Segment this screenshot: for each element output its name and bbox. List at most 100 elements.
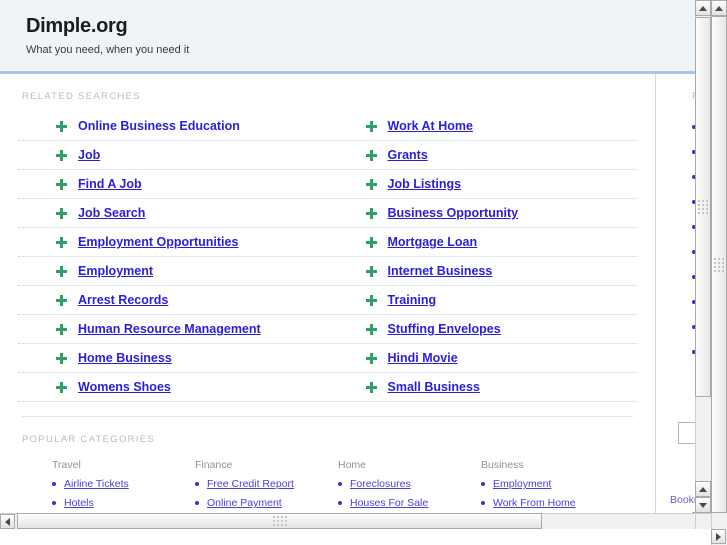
related-search-link[interactable]: Find A Job bbox=[78, 177, 142, 191]
category-item[interactable]: Work From Home bbox=[481, 497, 594, 509]
related-search-link[interactable]: Work At Home bbox=[388, 119, 473, 133]
related-search-row[interactable]: Online Business Education bbox=[18, 112, 328, 142]
related-search-link[interactable]: Job Search bbox=[78, 206, 145, 220]
star-bullet-icon bbox=[365, 120, 377, 132]
category-item[interactable]: Free Credit Report bbox=[195, 478, 308, 490]
related-search-row[interactable]: Internet Business bbox=[327, 257, 637, 287]
related-searches-label: RELATED SEARCHES bbox=[22, 91, 141, 103]
related-search-row[interactable]: Employment Opportunities bbox=[18, 228, 328, 258]
related-search-link[interactable]: Human Resource Management bbox=[78, 322, 261, 336]
chevron-up-icon bbox=[715, 5, 723, 11]
category-link[interactable]: Employment bbox=[493, 478, 551, 490]
category-link[interactable]: Airline Tickets bbox=[64, 478, 129, 490]
related-search-row[interactable]: Hindi Movie bbox=[327, 344, 637, 374]
related-searches-grid: Online Business Education Job Find A Job bbox=[0, 112, 655, 403]
related-searches-left-column: Online Business Education Job Find A Job bbox=[18, 112, 328, 403]
related-search-row[interactable]: Business Opportunity bbox=[327, 199, 637, 229]
dot-bullet-icon bbox=[195, 482, 199, 487]
site-header: Dimple.org What you need, when you need … bbox=[0, 0, 711, 75]
related-search-link[interactable]: Online Business Education bbox=[78, 119, 240, 133]
related-search-link[interactable]: Home Business bbox=[78, 351, 172, 365]
dot-bullet-icon bbox=[338, 482, 342, 487]
page-title: Dimple.org bbox=[26, 15, 128, 37]
related-search-link[interactable]: Stuffing Envelopes bbox=[388, 322, 501, 336]
related-search-link[interactable]: Training bbox=[388, 293, 437, 307]
star-bullet-icon bbox=[365, 294, 377, 306]
related-search-row[interactable]: Arrest Records bbox=[18, 286, 328, 316]
scroll-up-button[interactable] bbox=[695, 0, 711, 16]
scroll-down-button[interactable] bbox=[695, 497, 711, 513]
category-link[interactable]: Houses For Sale bbox=[350, 497, 428, 509]
dot-bullet-icon bbox=[195, 501, 199, 506]
related-search-row[interactable]: Stuffing Envelopes bbox=[327, 315, 637, 345]
category-link[interactable]: Work From Home bbox=[493, 497, 576, 509]
related-search-row[interactable]: Grants bbox=[327, 141, 637, 171]
category-item[interactable]: Hotels bbox=[52, 497, 165, 509]
category-heading: Home bbox=[338, 459, 367, 472]
chevron-right-icon bbox=[716, 532, 721, 541]
horizontal-scrollbar-thumb[interactable] bbox=[17, 513, 542, 529]
related-search-link[interactable]: Small Business bbox=[388, 380, 480, 394]
category-heading: Finance bbox=[195, 459, 233, 472]
category-item[interactable]: Foreclosures bbox=[338, 478, 451, 490]
related-searches-right-column: Work At Home Grants Job Listings Busines… bbox=[327, 112, 637, 403]
related-search-row[interactable]: Find A Job bbox=[18, 170, 328, 200]
page-content: Dimple.org What you need, when you need … bbox=[0, 0, 711, 529]
star-bullet-icon bbox=[56, 178, 67, 190]
star-bullet-icon bbox=[365, 323, 377, 335]
dot-bullet-icon bbox=[481, 501, 485, 506]
related-search-row[interactable]: Human Resource Management bbox=[18, 315, 328, 345]
related-search-link[interactable]: Job bbox=[78, 148, 100, 162]
related-search-row[interactable]: Mortgage Loan bbox=[327, 228, 637, 258]
related-search-link[interactable]: Employment bbox=[78, 264, 153, 278]
star-bullet-icon bbox=[56, 352, 67, 364]
related-search-link[interactable]: Womens Shoes bbox=[78, 380, 171, 394]
outer-scrollbar-thumb[interactable] bbox=[711, 16, 727, 513]
popular-categories-label: POPULAR CATEGORIES bbox=[22, 434, 156, 446]
vertical-scrollbar-thumb[interactable] bbox=[695, 17, 711, 397]
main-column: RELATED SEARCHES Online Business Educati… bbox=[0, 74, 655, 529]
scroll-down-button-upper[interactable] bbox=[695, 481, 711, 497]
chevron-up-icon bbox=[699, 486, 707, 492]
scroll-left-button[interactable] bbox=[0, 514, 15, 529]
category-item[interactable]: Airline Tickets bbox=[52, 478, 165, 490]
browser-viewport: Dimple.org What you need, when you need … bbox=[0, 0, 711, 529]
category-link[interactable]: Hotels bbox=[64, 497, 94, 509]
category-link[interactable]: Free Credit Report bbox=[207, 478, 294, 490]
related-search-row[interactable]: Work At Home bbox=[327, 112, 637, 142]
star-bullet-icon bbox=[365, 178, 377, 190]
related-search-link[interactable]: Arrest Records bbox=[78, 293, 168, 307]
outer-scroll-up-button[interactable] bbox=[711, 0, 727, 16]
category-item[interactable]: Online Payment bbox=[195, 497, 308, 509]
related-search-link[interactable]: Mortgage Loan bbox=[388, 235, 478, 249]
related-search-row[interactable]: Job bbox=[18, 141, 328, 171]
related-search-row[interactable]: Employment bbox=[18, 257, 328, 287]
chevron-down-icon bbox=[699, 502, 707, 508]
related-search-link[interactable]: Job Listings bbox=[388, 177, 462, 191]
related-search-row[interactable]: Job Listings bbox=[327, 170, 637, 200]
chevron-left-icon bbox=[5, 517, 10, 526]
related-search-link[interactable]: Internet Business bbox=[388, 264, 493, 278]
related-search-row[interactable]: Home Business bbox=[18, 344, 328, 374]
related-search-row[interactable]: Training bbox=[327, 286, 637, 316]
category-link[interactable]: Online Payment bbox=[207, 497, 282, 509]
dot-bullet-icon bbox=[481, 482, 485, 487]
related-search-row[interactable]: Small Business bbox=[327, 373, 637, 403]
star-bullet-icon bbox=[56, 265, 67, 277]
category-heading: Business bbox=[481, 459, 524, 472]
related-search-link[interactable]: Business Opportunity bbox=[388, 206, 519, 220]
related-search-link[interactable]: Grants bbox=[388, 148, 428, 162]
dot-bullet-icon bbox=[338, 501, 342, 506]
related-search-link[interactable]: Employment Opportunities bbox=[78, 235, 238, 249]
category-link[interactable]: Foreclosures bbox=[350, 478, 411, 490]
related-search-row[interactable]: Womens Shoes bbox=[18, 373, 328, 403]
outer-scroll-right-button[interactable] bbox=[711, 529, 726, 544]
star-bullet-icon bbox=[56, 120, 67, 132]
related-search-row[interactable]: Job Search bbox=[18, 199, 328, 229]
scrollbar-corner bbox=[695, 513, 711, 529]
dot-bullet-icon bbox=[52, 482, 56, 487]
related-search-link[interactable]: Hindi Movie bbox=[388, 351, 458, 365]
star-bullet-icon bbox=[56, 323, 67, 335]
category-item[interactable]: Employment bbox=[481, 478, 594, 490]
category-item[interactable]: Houses For Sale bbox=[338, 497, 451, 509]
